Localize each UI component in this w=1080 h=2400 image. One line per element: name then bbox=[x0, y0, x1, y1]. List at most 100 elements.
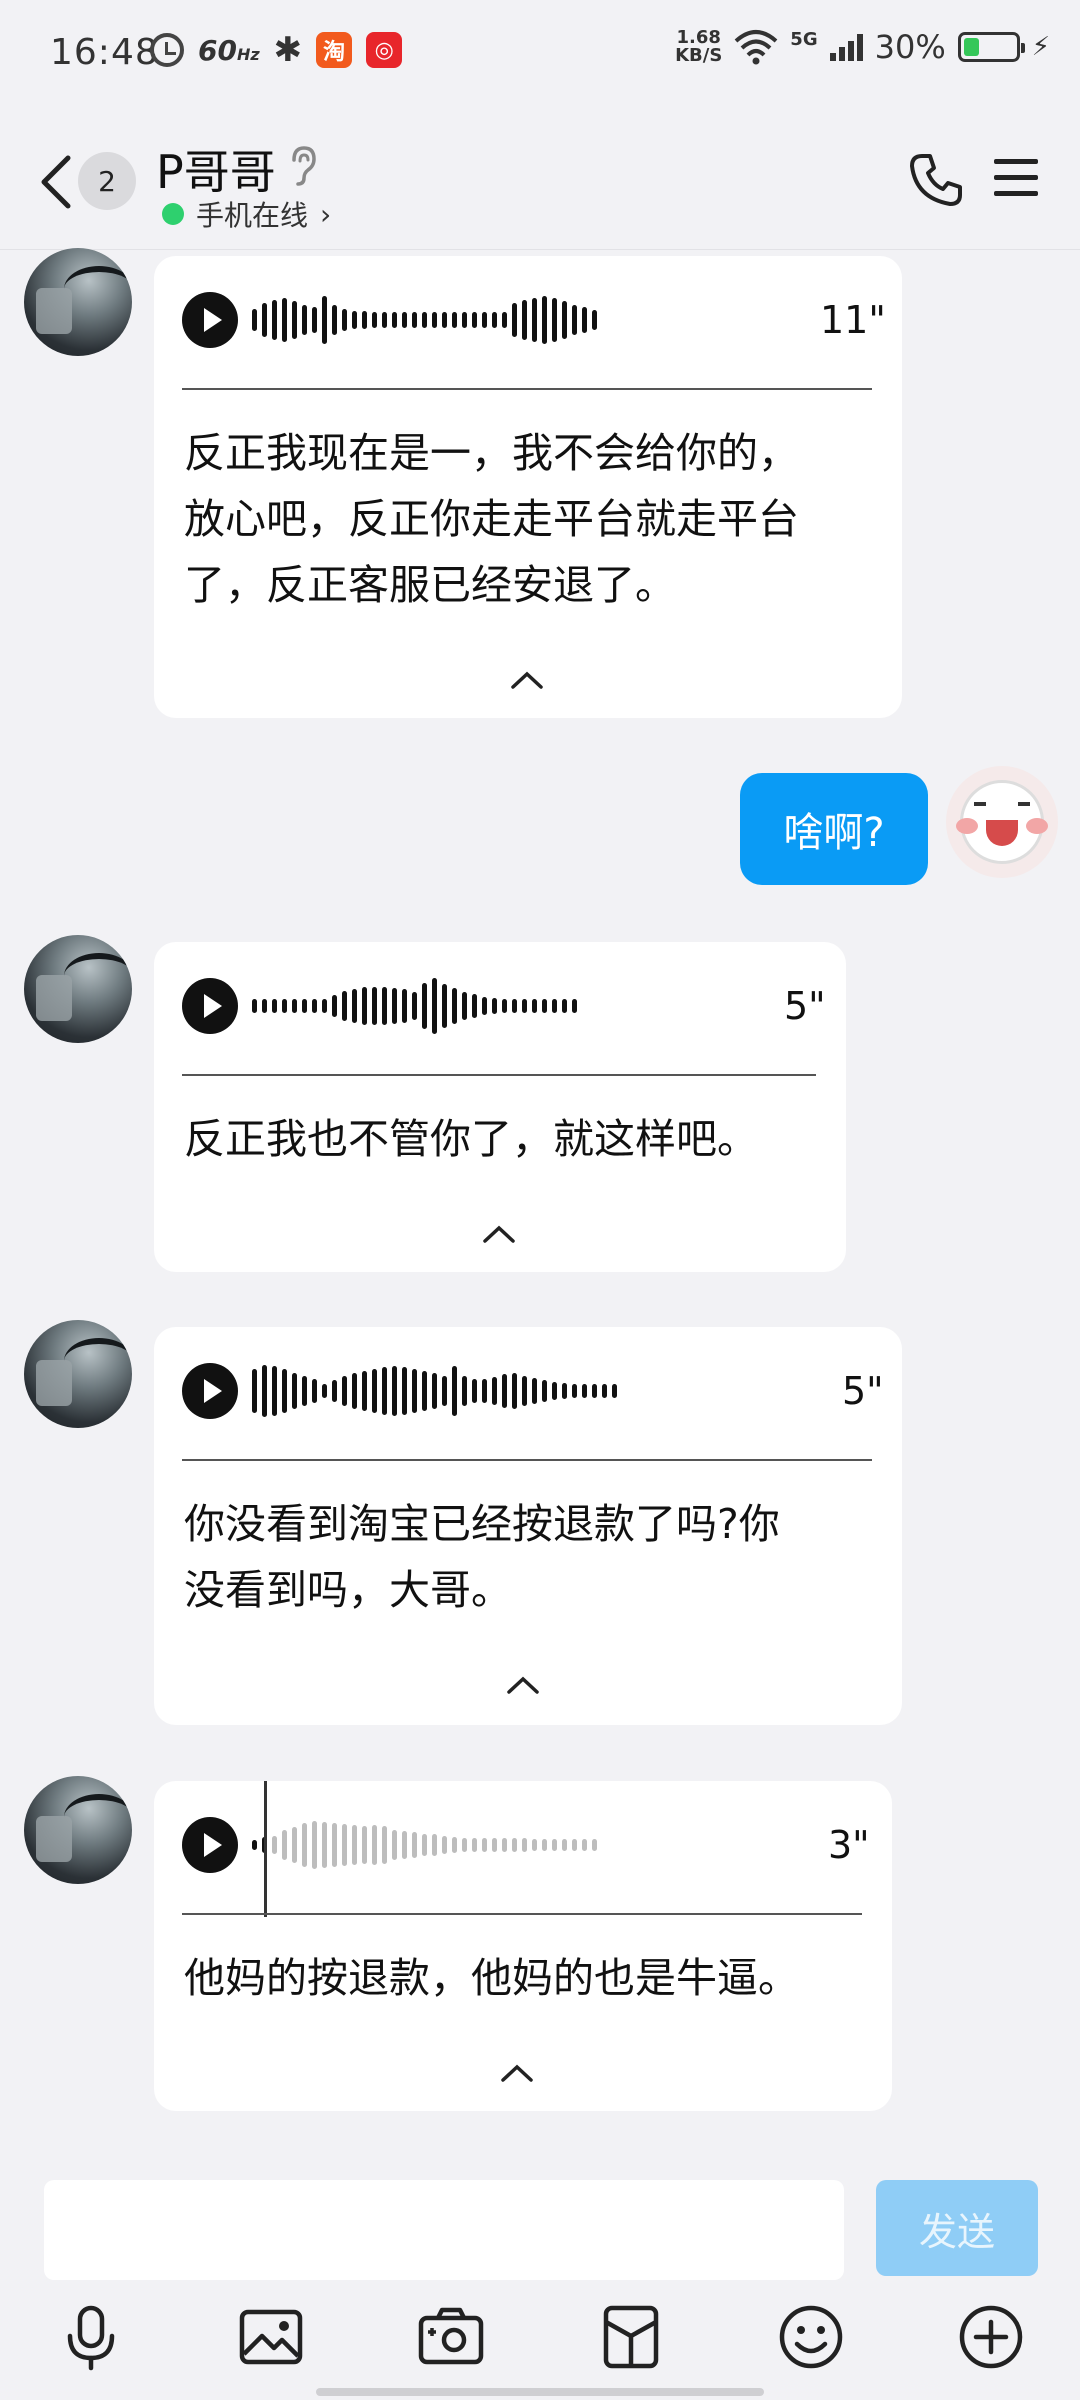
waveform-bar bbox=[522, 1838, 527, 1852]
signal-icon bbox=[829, 33, 863, 61]
voice-message-bubble[interactable]: 5" 你没看到淘宝已经按退款了吗?你 没看到吗，大哥。 bbox=[154, 1327, 902, 1725]
playback-cursor bbox=[264, 1781, 267, 1917]
waveform-bar bbox=[542, 1380, 547, 1402]
bluetooth-icon: ✱ bbox=[273, 30, 303, 70]
battery-icon bbox=[957, 32, 1025, 62]
contact-avatar[interactable] bbox=[24, 935, 132, 1043]
waveform-bar bbox=[492, 1377, 497, 1405]
waveform-bar bbox=[372, 1369, 377, 1413]
waveform-bar bbox=[272, 1366, 277, 1416]
contact-avatar[interactable] bbox=[24, 1776, 132, 1884]
waveform-bar bbox=[282, 298, 287, 342]
voice-message-bubble[interactable]: 5" 反正我也不管你了，就这样吧。 bbox=[154, 942, 846, 1272]
waveform-bar bbox=[302, 305, 307, 335]
waveform-bar bbox=[372, 987, 377, 1025]
waveform-bar bbox=[312, 307, 317, 333]
contact-avatar[interactable] bbox=[24, 1320, 132, 1428]
waveform-bar bbox=[362, 311, 367, 329]
phone-call-icon[interactable] bbox=[908, 152, 964, 208]
taobao-app-icon: 淘 bbox=[316, 32, 353, 68]
waveform-bar bbox=[442, 1836, 447, 1854]
waveform-bar bbox=[592, 310, 597, 330]
waveform-bar bbox=[512, 303, 517, 337]
waveform-bar bbox=[602, 1384, 607, 1398]
waveform-bar bbox=[472, 1379, 477, 1403]
message-input[interactable] bbox=[44, 2180, 844, 2280]
contact-avatar[interactable] bbox=[24, 248, 132, 356]
waveform-bar bbox=[452, 988, 457, 1024]
plus-icon[interactable] bbox=[956, 2302, 1026, 2372]
voice-transcript: 你没看到淘宝已经按退款了吗?你 没看到吗，大哥。 bbox=[184, 1500, 780, 1614]
voice-message-bubble[interactable]: 11" 反正我现在是一，我不会给你的， 放心吧，反正你走走平台就走平台 了，反正… bbox=[154, 256, 902, 718]
chevron-up-icon[interactable] bbox=[482, 1224, 516, 1244]
waveform-bar bbox=[492, 312, 497, 328]
emoji-icon[interactable] bbox=[776, 2302, 846, 2372]
voice-waveform bbox=[252, 1361, 622, 1421]
microphone-icon[interactable] bbox=[56, 2302, 126, 2372]
play-icon[interactable] bbox=[182, 1363, 238, 1419]
waveform-bar bbox=[352, 1373, 357, 1409]
waveform-bar bbox=[392, 1366, 397, 1416]
waveform-bar bbox=[272, 999, 277, 1013]
voice-waveform-playing bbox=[252, 1815, 602, 1875]
waveform-bar bbox=[432, 1373, 437, 1409]
waveform-bar bbox=[432, 1834, 437, 1856]
file-icon[interactable] bbox=[596, 2302, 666, 2372]
waveform-bar bbox=[512, 1373, 517, 1409]
waveform-bar bbox=[442, 312, 447, 328]
waveform-bar bbox=[422, 1371, 427, 1411]
waveform-bar bbox=[562, 1839, 567, 1851]
image-icon[interactable] bbox=[236, 2302, 306, 2372]
waveform-bar bbox=[332, 1380, 337, 1402]
waveform-bar bbox=[372, 1825, 377, 1865]
waveform-bar bbox=[512, 999, 517, 1013]
waveform-bar bbox=[402, 312, 407, 328]
waveform-bar bbox=[292, 1373, 297, 1409]
waveform-bar bbox=[422, 983, 427, 1029]
waveform-bar bbox=[362, 987, 367, 1025]
waveform-bar bbox=[262, 303, 267, 337]
waveform-bar bbox=[432, 978, 437, 1034]
play-icon[interactable] bbox=[182, 292, 238, 348]
waveform-bar bbox=[382, 987, 387, 1025]
waveform-bar bbox=[262, 999, 267, 1013]
waveform-bar bbox=[462, 1838, 467, 1852]
play-icon[interactable] bbox=[182, 978, 238, 1034]
voice-duration: 5" bbox=[842, 1369, 884, 1413]
earpiece-mode-icon[interactable] bbox=[286, 144, 320, 188]
pause-play-icon[interactable] bbox=[182, 1817, 238, 1873]
waveform-bar bbox=[252, 1840, 257, 1850]
chevron-up-icon[interactable] bbox=[506, 1675, 540, 1695]
waveform-bar bbox=[472, 994, 477, 1018]
contact-name[interactable]: P哥哥 bbox=[156, 136, 276, 202]
waveform-bar bbox=[492, 998, 497, 1014]
camera-icon[interactable] bbox=[416, 2302, 486, 2372]
chevron-up-icon[interactable] bbox=[500, 2063, 534, 2083]
waveform-bar bbox=[532, 999, 537, 1013]
presence-status[interactable]: 手机在线 › bbox=[162, 194, 331, 234]
waveform-bar bbox=[502, 999, 507, 1013]
waveform-bar bbox=[532, 298, 537, 342]
chevron-up-icon[interactable] bbox=[510, 670, 544, 690]
unread-count-badge[interactable]: 2 bbox=[78, 152, 136, 210]
divider bbox=[182, 388, 872, 390]
voice-transcript: 他妈的按退款，他妈的也是牛逼。 bbox=[184, 1954, 799, 2002]
waveform-bar bbox=[382, 1367, 387, 1415]
waveform-bar bbox=[502, 312, 507, 328]
send-button[interactable]: 发送 bbox=[876, 2180, 1038, 2276]
chat-header: 2 P哥哥 手机在线 › bbox=[0, 110, 1080, 250]
waveform-bar bbox=[552, 298, 557, 342]
home-indicator[interactable] bbox=[316, 2388, 764, 2396]
menu-icon[interactable] bbox=[992, 156, 1040, 200]
waveform-bar bbox=[612, 1384, 617, 1398]
waveform-bar bbox=[572, 1839, 577, 1851]
voice-waveform bbox=[252, 976, 582, 1036]
outgoing-text-bubble[interactable]: 啥啊? bbox=[740, 773, 928, 885]
divider bbox=[182, 1459, 872, 1461]
composer-toolbar bbox=[0, 2302, 1080, 2372]
back-arrow-icon[interactable] bbox=[34, 152, 78, 212]
waveform-bar bbox=[472, 1838, 477, 1852]
voice-message-bubble[interactable]: 3" 他妈的按退款，他妈的也是牛逼。 bbox=[154, 1781, 892, 2111]
waveform-bar bbox=[482, 1838, 487, 1852]
my-avatar[interactable] bbox=[946, 766, 1058, 878]
